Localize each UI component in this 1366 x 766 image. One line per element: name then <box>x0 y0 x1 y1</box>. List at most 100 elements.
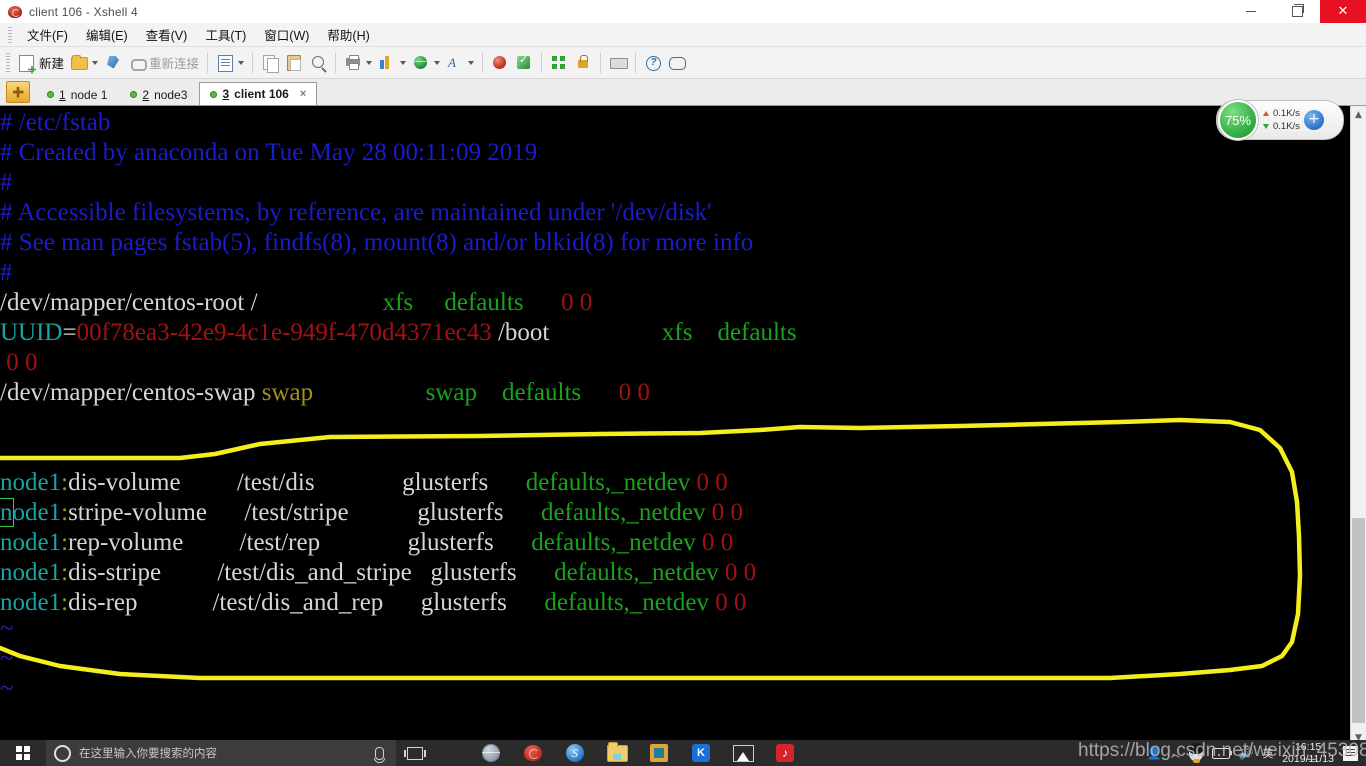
taskbar-wps-icon[interactable]: K <box>680 740 722 766</box>
terminal-text-span: /dev/mapper/centos-swap <box>0 379 262 406</box>
terminal-line: ~ <box>0 614 14 644</box>
menu-edit[interactable]: 编辑(E) <box>77 22 137 47</box>
taskbar-vmware-icon[interactable] <box>638 740 680 766</box>
terminal-text-span: # <box>0 259 13 286</box>
connected-dot-icon <box>210 90 218 98</box>
terminal-text-span <box>503 499 541 526</box>
terminal-text-span: swap <box>261 379 314 406</box>
scrollbar-track[interactable] <box>1351 123 1366 729</box>
menu-window[interactable]: 窗口(W) <box>255 22 318 47</box>
tab-node-1[interactable]: 1 node 1 <box>36 83 119 105</box>
xftp-button[interactable] <box>512 51 536 75</box>
script-run-button[interactable] <box>213 51 247 75</box>
menu-tools[interactable]: 工具(T) <box>196 22 255 47</box>
minimize-button[interactable] <box>1228 0 1274 23</box>
terminal-text-span: ~ <box>0 675 14 702</box>
lock-button[interactable] <box>571 51 595 75</box>
search-input[interactable]: 在这里输入你要搜索的内容 <box>46 740 396 766</box>
terminal-text-span <box>258 289 383 316</box>
tab-number: 1 <box>59 87 66 102</box>
tab-node3[interactable]: 2 node3 <box>119 83 199 105</box>
terminal-line: node1:dis-rep /test/dis_and_rep glusterf… <box>0 588 746 618</box>
window-title: client 106 - Xshell 4 <box>29 4 138 19</box>
terminal-text-span <box>183 529 239 556</box>
keyboard-button[interactable] <box>606 51 630 75</box>
new-session-button[interactable]: 新建 <box>15 51 67 75</box>
terminal-text-span <box>581 379 619 406</box>
close-tab-icon[interactable]: × <box>300 88 306 100</box>
new-session-label: 新建 <box>39 57 65 71</box>
connect-button[interactable] <box>101 51 125 75</box>
print-button[interactable] <box>341 51 375 75</box>
toolbar-separator <box>482 52 484 73</box>
terminal-scrollbar[interactable]: ▲ ▼ <box>1350 106 1366 746</box>
terminal-text-span <box>692 319 717 346</box>
widget-expand-button[interactable]: + <box>1303 110 1324 130</box>
taskbar-xshell-icon[interactable] <box>512 740 554 766</box>
terminal-line: 0 0 <box>0 348 37 378</box>
terminal-line: node1:dis-stripe /test/dis_and_stripe gl… <box>0 558 756 588</box>
scroll-up-arrow-icon[interactable]: ▲ <box>1351 106 1366 123</box>
paste-button[interactable] <box>282 51 306 75</box>
taskbar-explorer-icon[interactable] <box>596 740 638 766</box>
terminal-text-span: 0 0 <box>715 589 747 616</box>
close-button[interactable]: ✕ <box>1320 0 1366 23</box>
toolbar-grip-handle[interactable] <box>6 52 10 73</box>
terminal-line: # Accessible filesystems, by reference, … <box>0 198 712 228</box>
microphone-icon[interactable] <box>374 746 385 763</box>
open-session-button[interactable] <box>67 51 101 75</box>
terminal-text-span: node1 <box>0 589 62 616</box>
terminal-line: # /etc/fstab <box>0 108 110 138</box>
help-button[interactable]: ? <box>641 51 665 75</box>
reconnect-button[interactable]: 重新连接 <box>125 51 202 75</box>
terminal-text-span: 0 0 <box>724 559 757 586</box>
chevron-down-icon[interactable] <box>92 60 99 65</box>
terminal-text-span: defaults <box>502 379 582 406</box>
copy-button[interactable] <box>258 51 282 75</box>
terminal-text-span: defaults <box>717 319 797 346</box>
speech-bubble-icon <box>668 54 687 72</box>
terminal-line: ~ <box>0 644 14 674</box>
xshell-session-button[interactable] <box>488 51 512 75</box>
task-view-button[interactable] <box>396 740 434 766</box>
restore-icon <box>1291 4 1304 17</box>
terminal-text-span <box>320 529 408 556</box>
taskbar-photos-icon[interactable] <box>722 740 764 766</box>
arrange-windows-button[interactable] <box>547 51 571 75</box>
menu-help[interactable]: 帮助(H) <box>318 22 378 47</box>
chevron-down-icon[interactable] <box>400 60 407 65</box>
terminal-line: UUID=00f78ea3-42e9-4c1e-949f-470d4371ec4… <box>0 318 797 348</box>
scrollbar-thumb[interactable] <box>1352 518 1365 723</box>
start-button[interactable] <box>0 740 46 766</box>
globe-button[interactable] <box>409 51 443 75</box>
terminal-text-span: defaults <box>444 289 524 316</box>
terminal-text-span: # See man pages fstab(5), findfs(8), mou… <box>0 229 754 256</box>
chevron-down-icon[interactable] <box>434 60 441 65</box>
plug-connect-icon <box>104 54 122 72</box>
chevron-down-icon[interactable] <box>366 60 373 65</box>
layout-button[interactable] <box>375 51 409 75</box>
terminal-text-span <box>488 469 526 496</box>
terminal-text-span: defaults,_netdev <box>554 559 719 586</box>
find-button[interactable] <box>306 51 330 75</box>
tab-client-106[interactable]: 3 client 106 × <box>199 82 318 105</box>
network-speed-widget[interactable]: 75% 0.1K/s 0.1K/s + <box>1216 100 1344 140</box>
terminal-line: node1:dis-volume /test/dis glusterfs def… <box>0 468 728 498</box>
maximize-button[interactable] <box>1274 0 1320 23</box>
chevron-down-icon[interactable] <box>468 60 475 65</box>
chevron-down-icon[interactable] <box>238 60 245 65</box>
taskbar-browser-icon[interactable] <box>470 740 512 766</box>
session-tab-bar: 1 node 1 2 node3 3 client 106 × <box>0 79 1366 106</box>
paste-icon <box>285 54 303 72</box>
terminal-text-span: rep-volume <box>68 529 184 556</box>
terminal-screen[interactable]: # /etc/fstab # Created by anaconda on Tue… <box>0 106 1350 728</box>
new-tab-button[interactable] <box>6 81 30 103</box>
terminal-text-span: swap <box>425 379 477 406</box>
menu-grip-handle[interactable] <box>8 26 12 43</box>
feedback-button[interactable] <box>665 51 689 75</box>
font-button[interactable]: A <box>443 51 477 75</box>
taskbar-sogou-icon[interactable]: S <box>554 740 596 766</box>
menu-view[interactable]: 查看(V) <box>137 22 197 47</box>
taskbar-netease-music-icon[interactable]: ♪ <box>764 740 806 766</box>
menu-file[interactable]: 文件(F) <box>18 22 77 47</box>
